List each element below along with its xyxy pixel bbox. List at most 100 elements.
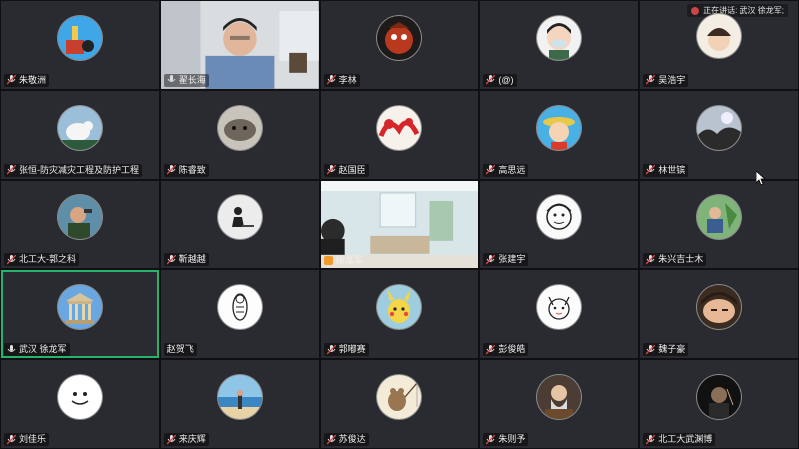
- participant-video-tile[interactable]: 徐龙军: [320, 180, 479, 269]
- avatar: [536, 14, 583, 61]
- participant-video-tile[interactable]: 翟长海: [160, 1, 319, 89]
- mic-muted-icon: [7, 75, 16, 85]
- participant-tile[interactable]: 刘佳乐: [1, 360, 159, 448]
- name-bar: 赵贺飞: [163, 343, 197, 357]
- mic-muted-icon: [7, 434, 16, 444]
- participant-name: 靳越越: [178, 254, 206, 265]
- avatar: [216, 104, 263, 151]
- name-bar: 郭嘟赛: [323, 343, 369, 357]
- participant-name: 苏俊达: [338, 434, 366, 444]
- mic-muted-icon: [166, 165, 176, 175]
- avatar: [536, 104, 583, 151]
- participant-tile[interactable]: 陈睿致: [160, 90, 319, 179]
- name-bar: 朱兴吉士木: [643, 253, 707, 267]
- name-bar: 林世镔: [643, 163, 689, 177]
- avatar: [376, 104, 423, 151]
- participant-name: 赵国臣: [338, 164, 366, 175]
- participant-name: 北工大武渊博: [658, 434, 713, 444]
- name-bar: 翟长海: [163, 73, 209, 87]
- mic-muted-icon: [486, 254, 496, 265]
- participant-tile[interactable]: 林世镔: [640, 90, 798, 179]
- name-bar: 张建宇: [483, 253, 529, 267]
- name-bar: 朱敬洲: [4, 73, 50, 87]
- participant-tile[interactable]: 靳越越: [160, 180, 319, 269]
- mic-muted-icon: [486, 75, 496, 85]
- mic-muted-icon: [646, 254, 656, 265]
- avatar: [696, 104, 743, 151]
- mic-muted-icon: [646, 344, 656, 355]
- participant-name: 郭嘟赛: [338, 344, 366, 355]
- participant-tile[interactable]: 彭俊皓: [480, 270, 639, 359]
- participant-name: 高思远: [498, 164, 526, 175]
- mic-icon: [167, 75, 176, 83]
- avatar: [696, 194, 743, 241]
- participant-tile[interactable]: 高思远: [480, 90, 639, 179]
- user-icon: [323, 256, 333, 266]
- mic-muted-icon: [646, 434, 656, 444]
- participant-tile[interactable]: 苏俊达: [320, 360, 479, 448]
- name-bar: 刘佳乐: [4, 433, 50, 446]
- name-bar: 李林: [323, 73, 360, 87]
- speaker-icon: [691, 6, 700, 15]
- name-bar: 苏俊达: [323, 433, 369, 446]
- participant-tile[interactable]: 正在讲话: 武汉 徐龙军; 吴浩宇: [640, 1, 798, 89]
- participant-tile[interactable]: 郭嘟赛: [320, 270, 479, 359]
- participant-name: 徐龙军: [335, 255, 363, 266]
- avatar: [536, 284, 583, 331]
- name-bar: (@): [483, 73, 517, 87]
- mic-muted-icon: [166, 254, 176, 265]
- avatar: [56, 14, 103, 61]
- mic-icon: [7, 344, 16, 352]
- participant-name: 朱敬洲: [19, 74, 47, 85]
- participant-name: 张恒-防灾减灾工程及防护工程: [19, 164, 139, 175]
- participant-tile[interactable]: 朱兴吉士木: [640, 180, 798, 269]
- participant-tile[interactable]: 赵贺飞: [160, 270, 319, 359]
- mic-muted-icon: [486, 434, 496, 444]
- mouse-cursor-icon: [756, 171, 766, 185]
- participant-tile[interactable]: 朱则予: [480, 360, 639, 448]
- name-bar: 武汉 徐龙军: [4, 343, 70, 357]
- avatar: [56, 194, 103, 241]
- avatar: [56, 374, 103, 421]
- name-bar: 彭俊皓: [483, 343, 529, 357]
- participant-name: 魏子豪: [658, 344, 686, 355]
- participant-name: 武汉 徐龙军: [19, 344, 67, 355]
- mic-muted-icon: [646, 75, 656, 85]
- avatar: [56, 104, 103, 151]
- participant-tile[interactable]: 赵国臣: [320, 90, 479, 179]
- speaking-indicator: 正在讲话: 武汉 徐龙军;: [687, 4, 788, 17]
- participant-name: 林世镔: [658, 164, 686, 175]
- avatar: [696, 284, 743, 331]
- mic-muted-icon: [7, 254, 16, 265]
- participant-tile[interactable]: 来庆辉: [160, 360, 319, 448]
- participant-tile[interactable]: (@): [480, 1, 639, 89]
- avatar: [216, 284, 263, 331]
- mic-muted-icon: [486, 344, 496, 355]
- participant-tile[interactable]: 李林: [320, 1, 479, 89]
- participant-tile[interactable]: 魏子豪: [640, 270, 798, 359]
- mic-muted-icon: [326, 434, 336, 444]
- participant-name: 朱则予: [498, 434, 526, 444]
- participant-name: 刘佳乐: [19, 434, 47, 444]
- participant-tile[interactable]: 北工大武渊博: [640, 360, 798, 448]
- avatar: [216, 194, 263, 241]
- participant-tile[interactable]: 朱敬洲: [1, 1, 159, 89]
- participant-tile[interactable]: 张恒-防灾减灾工程及防护工程: [1, 90, 159, 179]
- name-bar: 高思远: [483, 163, 529, 177]
- participant-name: 北工大-郭之科: [19, 254, 76, 265]
- avatar: [216, 374, 263, 421]
- avatar: [696, 374, 743, 421]
- mic-muted-icon: [166, 434, 176, 444]
- avatar: [536, 194, 583, 241]
- participant-name: 李林: [338, 74, 357, 85]
- avatar: [536, 374, 583, 421]
- name-bar: 陈睿致: [163, 163, 209, 177]
- name-bar: 赵国臣: [323, 163, 369, 177]
- participant-name: 来庆辉: [178, 434, 206, 444]
- name-bar: 北工大武渊博: [643, 433, 716, 446]
- participant-tile[interactable]: 张建宇: [480, 180, 639, 269]
- active-speaker-tile[interactable]: 武汉 徐龙军: [1, 270, 159, 359]
- avatar: [376, 374, 423, 421]
- participant-tile[interactable]: 北工大-郭之科: [1, 180, 159, 269]
- mic-muted-icon: [326, 344, 336, 355]
